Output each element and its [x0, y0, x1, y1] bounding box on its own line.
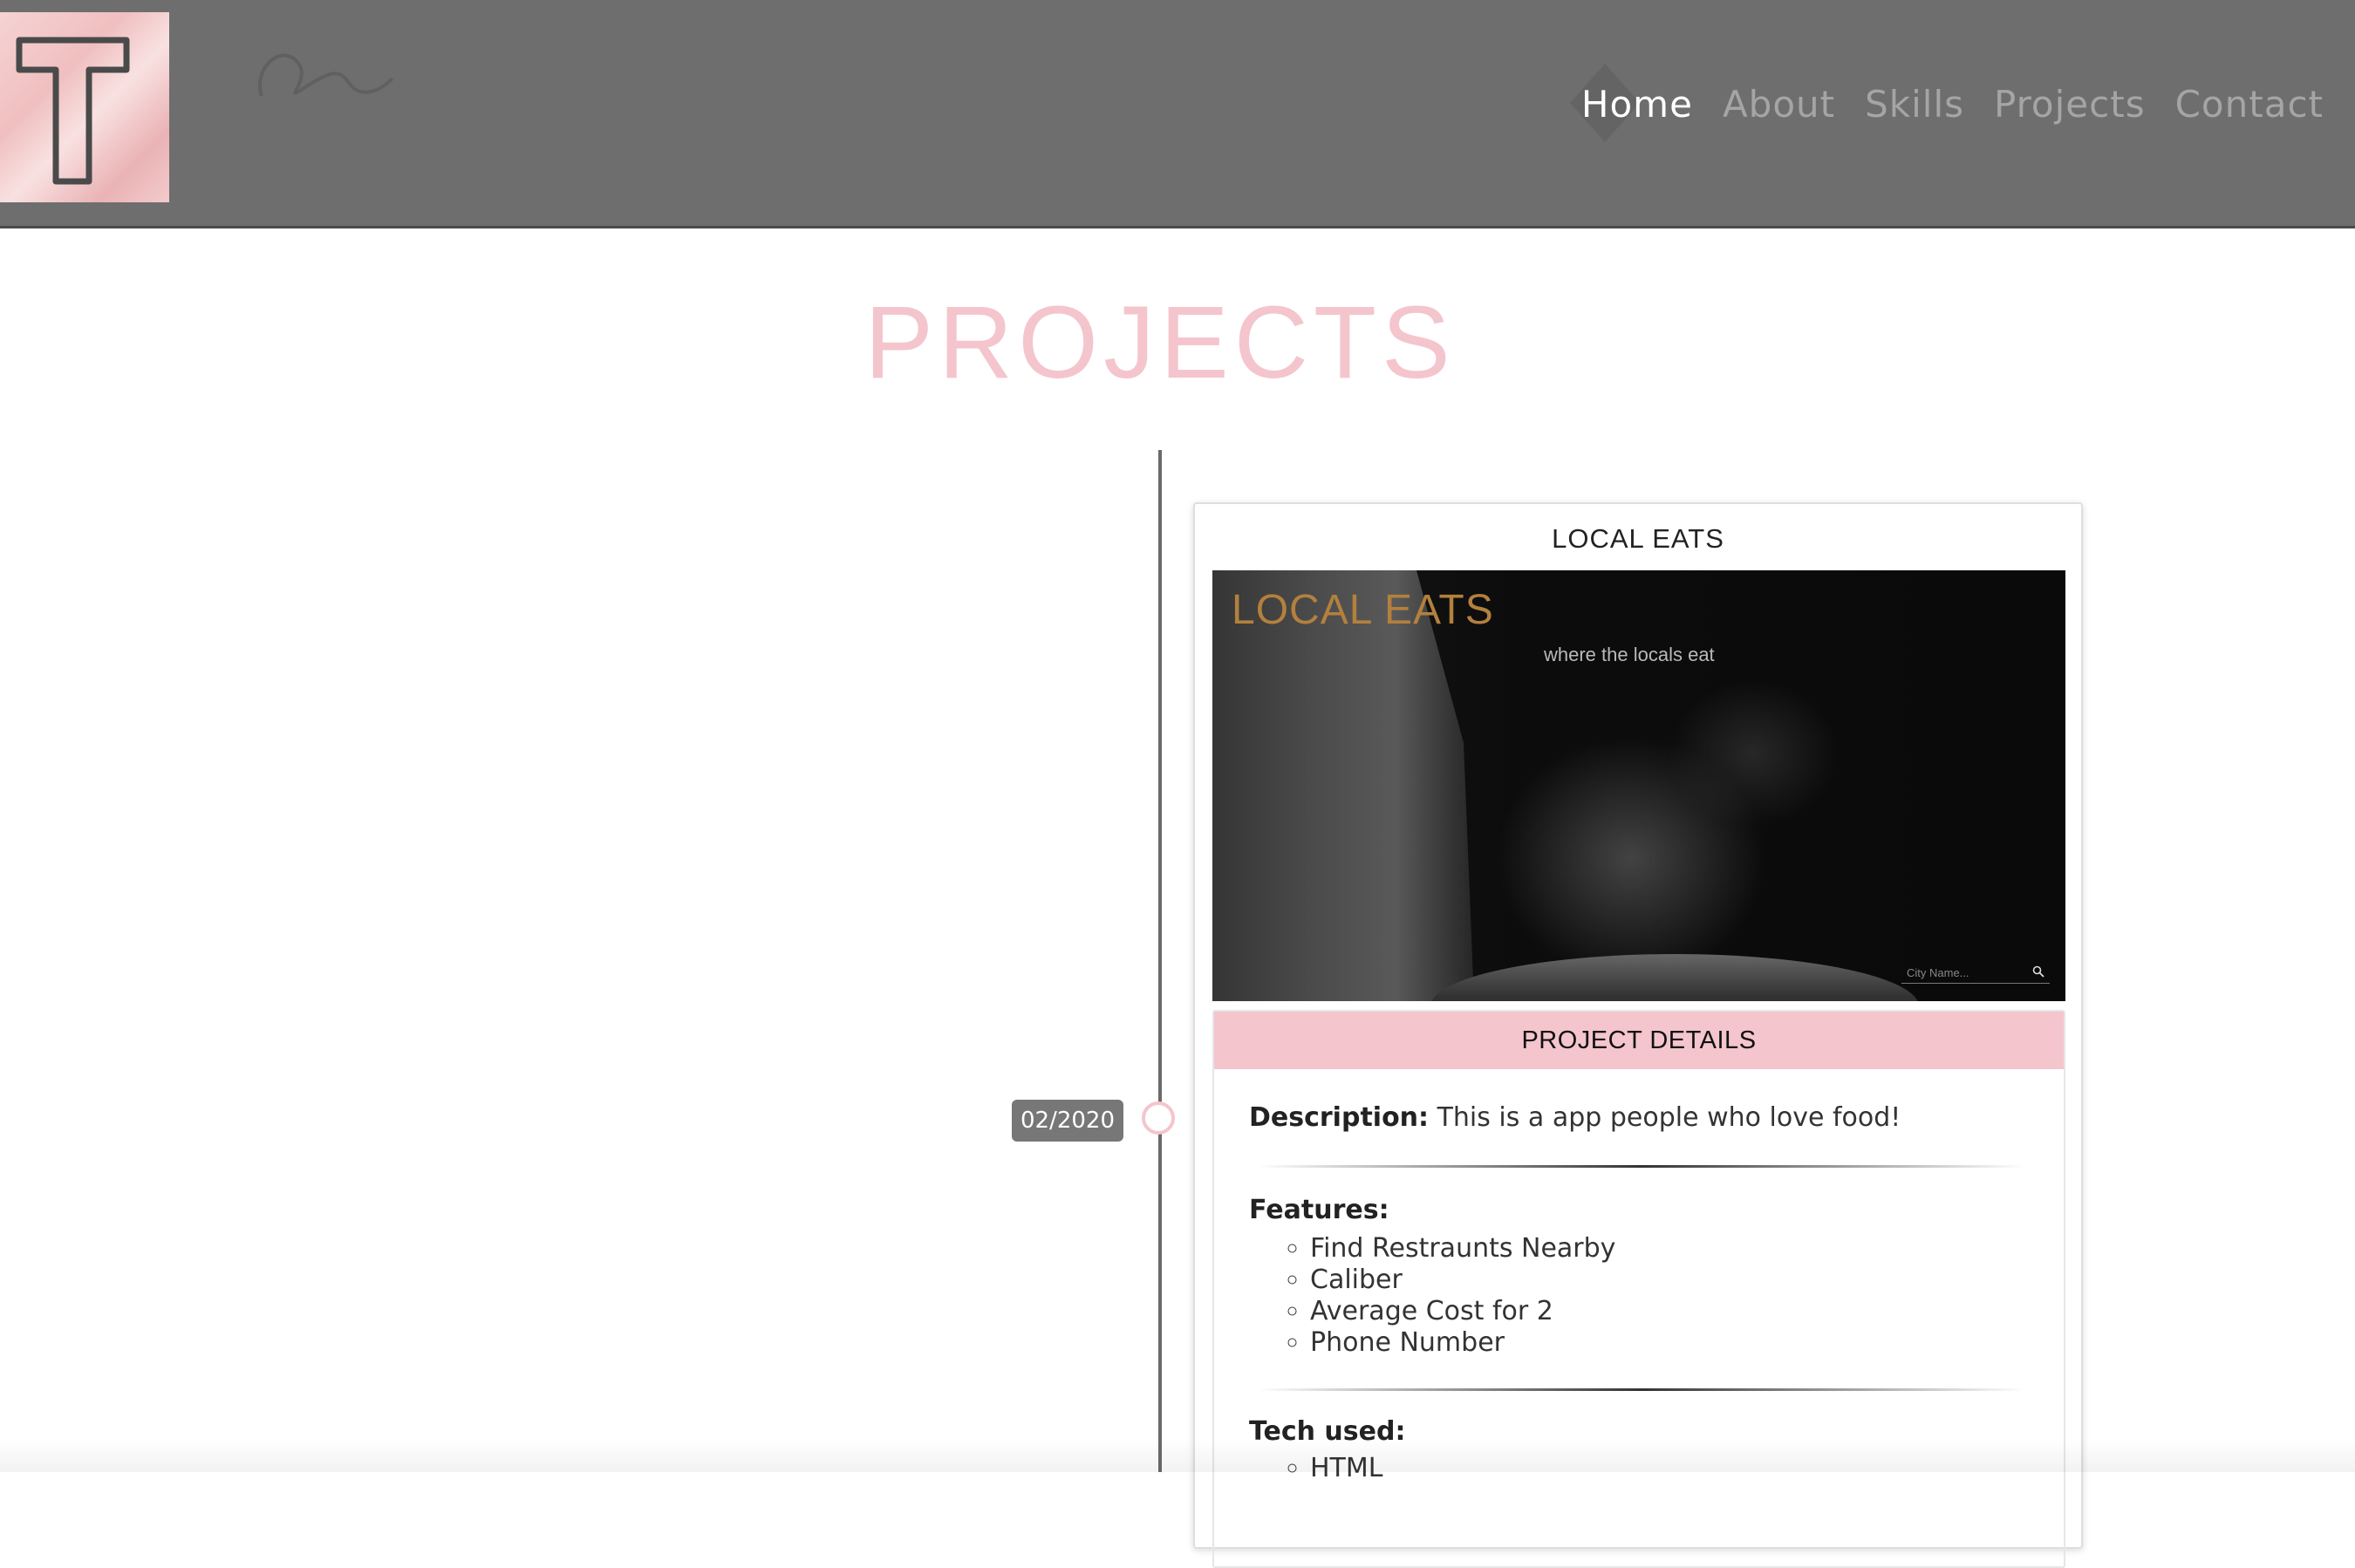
date-badge: 02/2020 [1012, 1100, 1123, 1142]
chef-silhouette [1212, 570, 1474, 1001]
screenshot-search-field: City Name... [1901, 965, 2050, 984]
project-title: LOCAL EATS [1552, 523, 1724, 554]
list-item: HTML [1310, 1453, 1382, 1484]
divider [1258, 1165, 2025, 1168]
description-text: This is a app people who love food! [1437, 1102, 1901, 1133]
list-item: Find Restraunts Nearby [1310, 1233, 1615, 1265]
project-card: LOCAL EATS LOCAL EATS where the locals e… [1193, 502, 2083, 1568]
project-details-header[interactable]: PROJECT DETAILS [1214, 1012, 2064, 1069]
nav-skills[interactable]: Skills [1865, 83, 1964, 126]
project-screenshot[interactable]: LOCAL EATS where the locals eat City Nam… [1212, 570, 2065, 1001]
tech-label: Tech used: [1249, 1416, 1406, 1447]
page-title: PROJECTS [864, 285, 1456, 400]
signature-watermark-icon [258, 53, 394, 97]
circle-marker-icon [1142, 1101, 1175, 1135]
features-list: Find Restraunts Nearby Caliber Average C… [1284, 1233, 1615, 1359]
list-item: Average Cost for 2 [1310, 1296, 1615, 1327]
description-row: Description: This is a app people who lo… [1249, 1102, 1901, 1133]
search-icon [2032, 965, 2044, 978]
features-label: Features: [1249, 1195, 1389, 1225]
letter-t-logo-icon [16, 37, 130, 185]
screenshot-search-placeholder: City Name... [1907, 966, 1969, 979]
list-item: Caliber [1310, 1265, 1615, 1296]
logo[interactable] [0, 12, 169, 202]
tech-list: HTML [1284, 1453, 1382, 1484]
divider [1258, 1388, 2025, 1391]
screenshot-hero-title: LOCAL EATS [1232, 587, 1494, 633]
nav-contact[interactable]: Contact [2175, 83, 2324, 126]
description-label: Description: [1249, 1102, 1430, 1133]
tech-heading: Tech used: [1249, 1416, 1405, 1447]
main-nav: Home About Skills Projects Contact [1581, 83, 2324, 126]
timeline-line [1158, 450, 1162, 1472]
nav-projects[interactable]: Projects [1994, 83, 2146, 126]
cooking-pot [1430, 954, 1919, 1001]
nav-home[interactable]: Home [1581, 83, 1693, 126]
screenshot-tagline: where the locals eat [1544, 644, 1715, 665]
list-item: Phone Number [1310, 1327, 1615, 1359]
navbar: Home About Skills Projects Contact [0, 0, 2355, 228]
project-details-panel: PROJECT DETAILS Description: This is a a… [1212, 1010, 2065, 1568]
features-heading: Features: [1249, 1195, 1389, 1225]
nav-about[interactable]: About [1723, 83, 1835, 126]
